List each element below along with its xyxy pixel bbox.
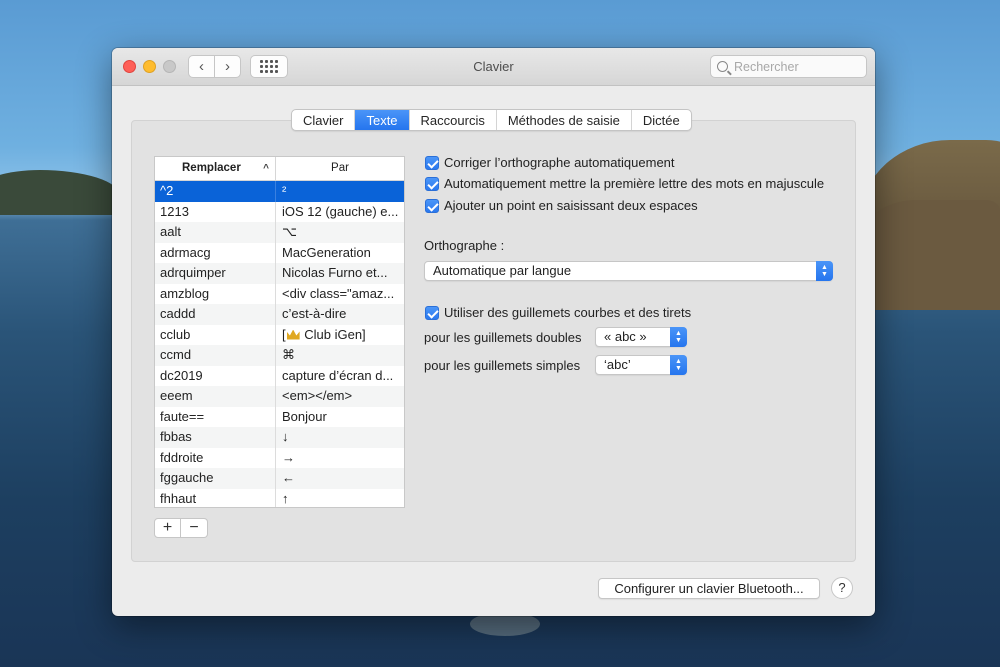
- popup-arrows-icon: ▲ ▼: [670, 327, 687, 347]
- autocorrect-option[interactable]: Corriger l’orthographe automatiquement: [425, 155, 675, 170]
- table-row[interactable]: ^2 ²: [155, 181, 404, 202]
- tab-methodes-de-saisie[interactable]: Méthodes de saisie: [497, 110, 632, 130]
- tab-bar: Clavier Texte Raccourcis Méthodes de sai…: [291, 109, 692, 131]
- table-row[interactable]: 1213 iOS 12 (gauche) e...: [155, 201, 404, 222]
- table-row[interactable]: dc2019 capture d’écran d...: [155, 365, 404, 386]
- column-header-with[interactable]: Par: [276, 157, 404, 180]
- table-row[interactable]: adrquimper Nicolas Furno et...: [155, 263, 404, 284]
- configure-bluetooth-keyboard-button[interactable]: Configurer un clavier Bluetooth...: [598, 578, 820, 599]
- double-quotes-popup[interactable]: « abc » ▲ ▼: [595, 327, 687, 347]
- table-row[interactable]: eeem <em></em>: [155, 386, 404, 407]
- double-space-period-checkbox[interactable]: [425, 198, 439, 213]
- tab-raccourcis[interactable]: Raccourcis: [410, 110, 497, 130]
- popup-arrows-icon: ▲ ▼: [816, 261, 833, 281]
- remove-button[interactable]: −: [181, 518, 208, 538]
- table-body: ^2 ² 1213 iOS 12 (gauche) e... aalt ⌥ adrma…: [155, 181, 404, 507]
- help-button[interactable]: ?: [831, 577, 853, 599]
- single-quotes-popup[interactable]: ‘abc’ ▲ ▼: [595, 355, 687, 375]
- table-row[interactable]: adrmacg MacGeneration: [155, 242, 404, 263]
- spelling-label: Orthographe :: [424, 238, 505, 253]
- single-quotes-label: pour les guillemets simples: [424, 358, 581, 373]
- smart-quotes-checkbox[interactable]: [425, 305, 439, 320]
- search-input[interactable]: [734, 59, 854, 74]
- table-row[interactable]: cclub[ Club iGen]: [155, 324, 404, 345]
- table-header: Remplacer ^ Par: [155, 157, 404, 181]
- search-icon: [717, 61, 728, 72]
- tab-texte[interactable]: Texte: [355, 110, 410, 130]
- add-button[interactable]: +: [154, 518, 181, 538]
- island-right-lower: [860, 200, 1000, 310]
- autocorrect-checkbox[interactable]: [425, 155, 439, 170]
- crown-icon: [286, 329, 300, 340]
- table-row[interactable]: caddd c’est-à-dire: [155, 304, 404, 325]
- table-row[interactable]: fddroite →: [155, 447, 404, 468]
- double-quotes-label: pour les guillemets doubles: [424, 330, 582, 345]
- tab-clavier[interactable]: Clavier: [292, 110, 356, 130]
- capitalize-checkbox[interactable]: [425, 176, 439, 191]
- double-space-period-option[interactable]: Ajouter un point en saisissant deux espa…: [425, 198, 698, 213]
- search-field[interactable]: [710, 55, 867, 78]
- popup-arrows-icon: ▲ ▼: [670, 355, 687, 375]
- text-replacement-table: Remplacer ^ Par ^2 ² 1213 iOS 12 (gauche) …: [154, 156, 405, 508]
- table-row[interactable]: faute== Bonjour: [155, 406, 404, 427]
- island-left: [0, 170, 120, 215]
- smart-quotes-option[interactable]: Utiliser des guillemets courbes et des t…: [425, 305, 691, 320]
- table-row[interactable]: fbbas ↓: [155, 427, 404, 448]
- preferences-window: ‹ › Clavier Clavier Texte Raccourcis Mét…: [112, 48, 875, 616]
- add-remove-control: + −: [154, 518, 208, 538]
- table-row[interactable]: fhhaut ↑: [155, 488, 404, 507]
- table-row[interactable]: ccmd ⌘: [155, 345, 404, 366]
- sort-ascending-icon: ^: [263, 163, 269, 174]
- column-header-replace[interactable]: Remplacer ^: [155, 157, 276, 180]
- titlebar: ‹ › Clavier: [112, 48, 875, 86]
- tab-dictee[interactable]: Dictée: [632, 110, 691, 130]
- table-row[interactable]: aalt ⌥: [155, 222, 404, 243]
- capitalize-option[interactable]: Automatiquement mettre la première lettr…: [425, 176, 824, 191]
- table-row[interactable]: amzblog <div class="amaz...: [155, 283, 404, 304]
- spelling-popup[interactable]: Automatique par langue ▲ ▼: [424, 261, 833, 281]
- table-row[interactable]: fggauche ←: [155, 468, 404, 489]
